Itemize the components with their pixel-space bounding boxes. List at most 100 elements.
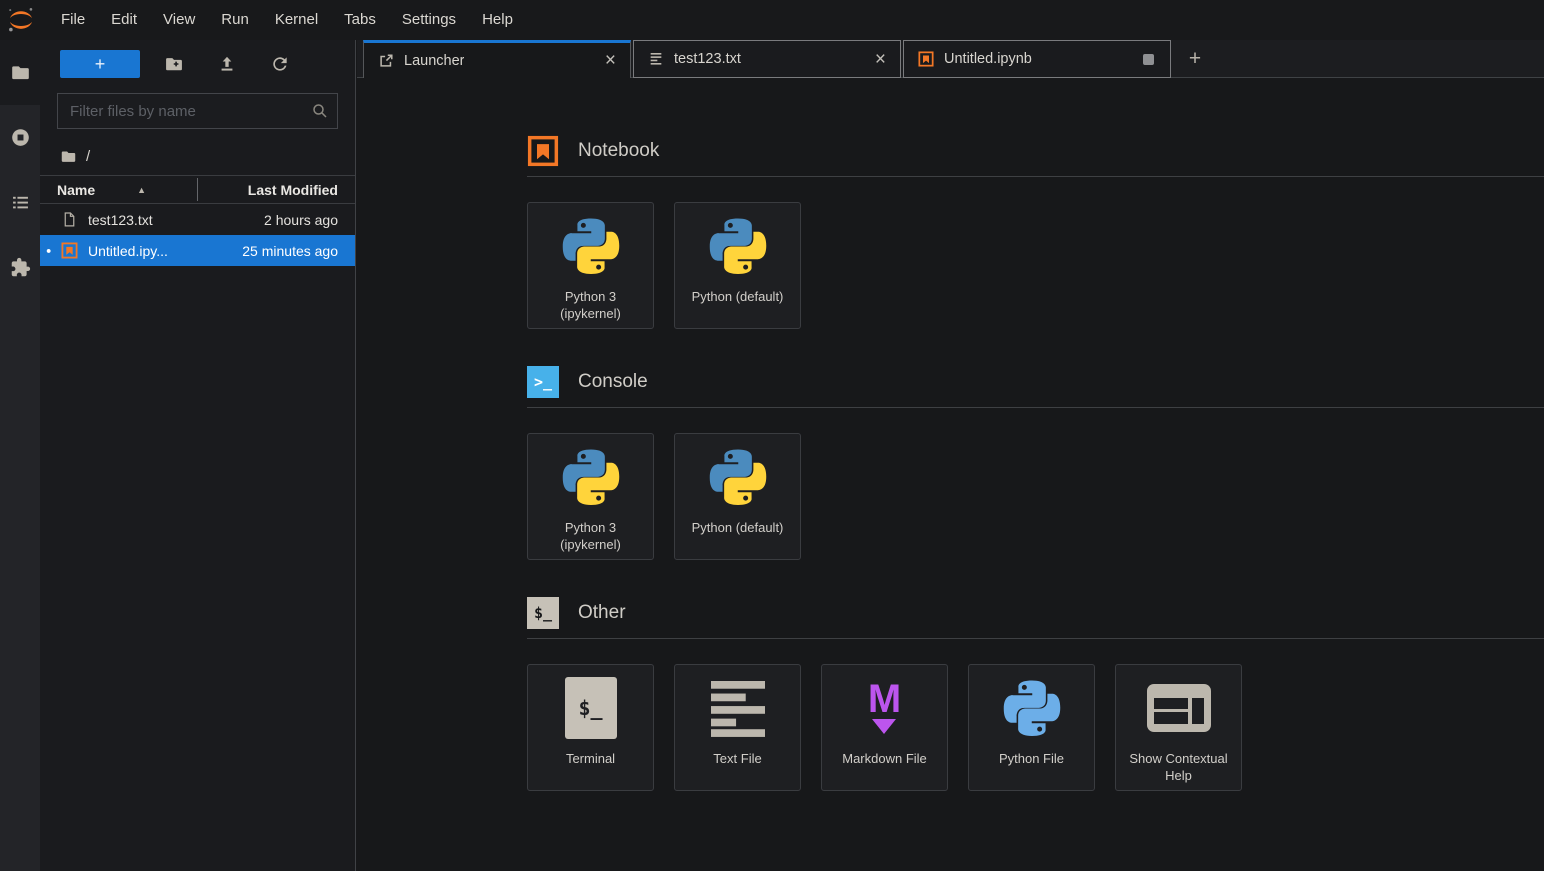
menu-help[interactable]: Help xyxy=(469,0,526,40)
activity-bar xyxy=(0,40,40,871)
console-prompt-glyph: >_ xyxy=(534,373,552,391)
card-notebook-python3-ipykernel[interactable]: Python 3 (ipykernel) xyxy=(527,202,654,329)
terminal-icon: $_ xyxy=(527,597,559,629)
menu-settings[interactable]: Settings xyxy=(389,0,469,40)
card-label: Python 3 (ipykernel) xyxy=(528,289,653,323)
tab-test123[interactable]: test123.txt × xyxy=(633,40,901,78)
python-logo-icon xyxy=(706,434,770,520)
close-icon[interactable]: × xyxy=(599,51,622,70)
file-icon xyxy=(61,211,78,228)
terminal-icon: $_ xyxy=(565,665,617,751)
table-row-selected[interactable]: ● Untitled.ipy... 25 minutes ago xyxy=(40,235,355,266)
filter-files-row xyxy=(57,93,338,129)
new-launcher-button[interactable]: + xyxy=(60,50,140,78)
card-text-file[interactable]: Text File xyxy=(674,664,801,791)
card-terminal[interactable]: $_ Terminal xyxy=(527,664,654,791)
card-console-python3-ipykernel[interactable]: Python 3 (ipykernel) xyxy=(527,433,654,560)
card-row: Python 3 (ipykernel) Python (default) xyxy=(527,202,1544,329)
running-kernel-indicator: ● xyxy=(46,245,51,255)
new-tab-button[interactable]: + xyxy=(1173,40,1217,78)
python-logo-icon xyxy=(706,203,770,289)
card-label: Terminal xyxy=(560,751,621,768)
main-area: Launcher × test123.txt × Untitled.ipynb … xyxy=(357,40,1544,871)
column-header-modified[interactable]: Last Modified xyxy=(248,182,355,198)
section-title: Notebook xyxy=(578,140,659,162)
file-listing: Name ▲ Last Modified test123.txt 2 hours… xyxy=(40,175,355,266)
folder-icon xyxy=(10,62,31,83)
python-logo-icon xyxy=(559,203,623,289)
launcher-section-other: $_ Other $_ Terminal xyxy=(527,597,1544,791)
file-listing-header: Name ▲ Last Modified xyxy=(40,175,355,204)
tab-bar: Launcher × test123.txt × Untitled.ipynb … xyxy=(357,40,1544,78)
card-console-python-default[interactable]: Python (default) xyxy=(674,433,801,560)
close-icon[interactable]: × xyxy=(869,50,892,69)
markdown-letter: M xyxy=(868,682,901,716)
stop-circle-icon xyxy=(10,127,31,148)
card-label: Show Contextual Help xyxy=(1116,751,1241,785)
launcher-section-notebook: Notebook Python 3 (ipykernel) Python (de… xyxy=(527,135,1544,329)
contextual-help-icon xyxy=(1147,665,1211,751)
puzzle-icon xyxy=(10,257,31,278)
card-notebook-python-default[interactable]: Python (default) xyxy=(674,202,801,329)
console-icon: >_ xyxy=(527,366,559,398)
markdown-icon: M xyxy=(868,665,901,751)
markdown-arrow xyxy=(872,719,896,734)
card-row: Python 3 (ipykernel) Python (default) xyxy=(527,433,1544,560)
section-divider xyxy=(527,407,1544,408)
card-label: Text File xyxy=(707,751,767,768)
card-label: Python (default) xyxy=(686,520,790,537)
card-show-contextual-help[interactable]: Show Contextual Help xyxy=(1115,664,1242,791)
tab-untitled-ipynb[interactable]: Untitled.ipynb xyxy=(903,40,1171,78)
launcher-body: Notebook Python 3 (ipykernel) Python (de… xyxy=(357,78,1544,791)
column-separator xyxy=(197,178,198,201)
python-logo-icon xyxy=(559,434,623,520)
list-icon xyxy=(10,192,31,213)
tab-label: test123.txt xyxy=(674,51,741,67)
card-label: Python 3 (ipykernel) xyxy=(528,520,653,554)
upload-icon[interactable] xyxy=(217,54,237,74)
tab-label: Launcher xyxy=(404,53,464,69)
menu-run[interactable]: Run xyxy=(208,0,262,40)
card-label: Python (default) xyxy=(686,289,790,306)
breadcrumb: / xyxy=(40,137,355,175)
jupyter-logo-icon xyxy=(6,5,36,35)
menu-view[interactable]: View xyxy=(150,0,208,40)
notebook-icon xyxy=(61,242,78,259)
card-python-file[interactable]: Python File xyxy=(968,664,1095,791)
section-header: >_ Console xyxy=(527,366,1544,398)
section-divider xyxy=(527,638,1544,639)
refresh-icon[interactable] xyxy=(270,54,290,74)
sidebar-item-file-browser[interactable] xyxy=(0,40,40,105)
table-row[interactable]: test123.txt 2 hours ago xyxy=(40,204,355,235)
breadcrumb-root[interactable]: / xyxy=(86,148,90,165)
menu-file[interactable]: File xyxy=(48,0,98,40)
sort-ascending-icon: ▲ xyxy=(137,185,146,195)
new-folder-icon[interactable] xyxy=(164,54,184,74)
filter-files-input[interactable] xyxy=(57,93,338,129)
sidebar-item-extensions[interactable] xyxy=(0,235,40,300)
file-modified: 25 minutes ago xyxy=(242,243,355,259)
python-mono-icon xyxy=(1000,665,1064,751)
terminal-prompt-glyph: $_ xyxy=(578,696,602,720)
menu-edit[interactable]: Edit xyxy=(98,0,150,40)
sidebar-item-running-sessions[interactable] xyxy=(0,105,40,170)
column-header-name[interactable]: Name xyxy=(40,182,95,198)
notebook-icon xyxy=(918,51,934,67)
launcher-icon xyxy=(378,53,394,69)
file-name: Untitled.ipy... xyxy=(88,243,168,259)
search-icon xyxy=(311,102,329,120)
section-title: Console xyxy=(578,371,648,393)
file-browser-toolbar: + xyxy=(40,40,355,88)
file-name: test123.txt xyxy=(88,212,153,228)
menu-tabs[interactable]: Tabs xyxy=(331,0,389,40)
tab-launcher[interactable]: Launcher × xyxy=(363,40,631,78)
home-folder-icon[interactable] xyxy=(60,148,77,165)
tab-label: Untitled.ipynb xyxy=(944,51,1032,67)
menu-kernel[interactable]: Kernel xyxy=(262,0,331,40)
sidebar-item-table-of-contents[interactable] xyxy=(0,170,40,235)
card-row: $_ Terminal Text File xyxy=(527,664,1544,791)
card-markdown-file[interactable]: M Markdown File xyxy=(821,664,948,791)
launcher-section-console: >_ Console Python 3 (ipykernel) Python (… xyxy=(527,366,1544,560)
section-title: Other xyxy=(578,602,626,624)
menu-bar: File Edit View Run Kernel Tabs Settings … xyxy=(0,0,1544,40)
